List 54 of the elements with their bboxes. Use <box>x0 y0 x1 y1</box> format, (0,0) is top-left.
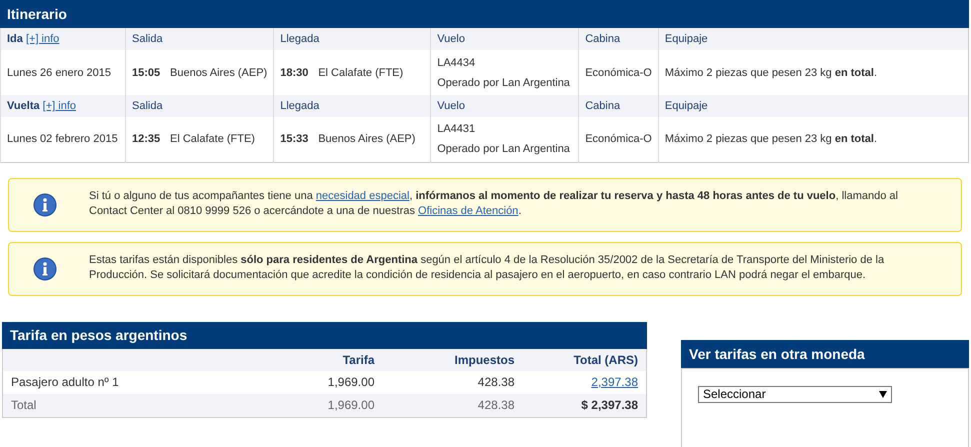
column-header: Equipaje <box>664 100 708 112</box>
info-link[interactable]: [+] info <box>42 100 76 112</box>
row-label: Pasajero adulto nº 1 <box>2 370 212 394</box>
text-link[interactable]: necesidad especial <box>316 190 410 202</box>
column-header: Total (ARS) <box>574 352 638 366</box>
leg-direction: Ida <box>7 33 23 45</box>
column-header: Tarifa <box>342 352 374 366</box>
flight-number: LA4434 <box>437 56 476 68</box>
flight-date: Lunes 02 febrero 2015 <box>7 133 118 146</box>
flight-number: LA4431 <box>437 123 476 136</box>
column-header: Cabina <box>585 33 620 45</box>
column-header: Cabina <box>585 100 620 112</box>
notice-text: Estas tarifas están disponibles sólo para residentes de Argentina según el artículo 4 de la Resolución 35/2002 de la Secretaría de Transporte del Ministerio de la Producción. Se solicitará documentación que acredite la condición de residencia al pasajero en el aeropuerto, en caso contrario LAN podrá negar el embarque. <box>89 252 886 282</box>
operator-text: Operado por Lan Argentina <box>437 143 571 156</box>
departure-time: 12:35 <box>132 133 162 146</box>
currency-dropdown[interactable]: Seleccionar <box>698 386 892 402</box>
grand-total: $ 2,397.38 <box>581 398 638 412</box>
column-header: Llegada <box>280 33 320 45</box>
info-icon <box>33 192 57 216</box>
section-title: Itinerario <box>0 0 969 28</box>
column-header: Salida <box>132 100 163 112</box>
column-header: Equipaje <box>664 33 708 45</box>
baggage-text: Máximo 2 piezas que pesen 23 kg en total. <box>664 133 878 146</box>
departure-time: 15:05 <box>132 66 162 78</box>
column-header: Llegada <box>280 100 320 112</box>
column-header: Vuelo <box>437 33 465 45</box>
departure-airport: El Calafate (FTE) <box>170 133 255 146</box>
flight-date: Lunes 26 enero 2015 <box>7 66 111 78</box>
column-header: Impuestos <box>454 352 514 366</box>
section-title: Tarifa en pesos argentinos <box>2 322 647 348</box>
operator-text: Operado por Lan Argentina <box>437 76 571 88</box>
arrival-time: 15:33 <box>280 133 310 146</box>
table-cell: 1,969.00 <box>212 394 382 417</box>
caret-icon <box>879 390 887 398</box>
leg-direction: Vuelta <box>7 100 40 112</box>
arrival-airport: Buenos Aires (AEP) <box>318 133 416 146</box>
column-header: Salida <box>132 33 163 45</box>
baggage-text: Máximo 2 piezas que pesen 23 kg en total. <box>664 66 878 78</box>
departure-airport: Buenos Aires (AEP) <box>170 66 268 78</box>
total-link[interactable]: 2,397.38 <box>591 375 638 389</box>
table-cell: 428.38 <box>382 394 522 417</box>
table-cell: 1,969.00 <box>212 370 382 394</box>
arrival-airport: El Calafate (FTE) <box>318 66 404 78</box>
table-cell: 428.38 <box>382 370 522 394</box>
column-header: Vuelo <box>437 100 465 112</box>
row-label: Total <box>2 394 212 417</box>
arrival-time: 18:30 <box>280 66 310 78</box>
cabin-class: Económica-O <box>585 133 652 146</box>
section-title: Ver tarifas en otra moneda <box>681 340 969 368</box>
info-link[interactable]: [+] info <box>26 33 60 45</box>
info-icon <box>33 256 57 280</box>
notice-text: Si tú o alguno de tus acompañantes tiene una necesidad especial, infórmanos al momento de realizar tu reserva y hasta 48 horas antes de tu vuelo, llamando al Contact Center al 0810 9999 526 o acercándote a una de nuestras Oficinas de Atención. <box>89 188 899 218</box>
cabin-class: Económica-O <box>585 66 652 78</box>
text-link[interactable]: Oficinas de Atención <box>418 204 518 216</box>
